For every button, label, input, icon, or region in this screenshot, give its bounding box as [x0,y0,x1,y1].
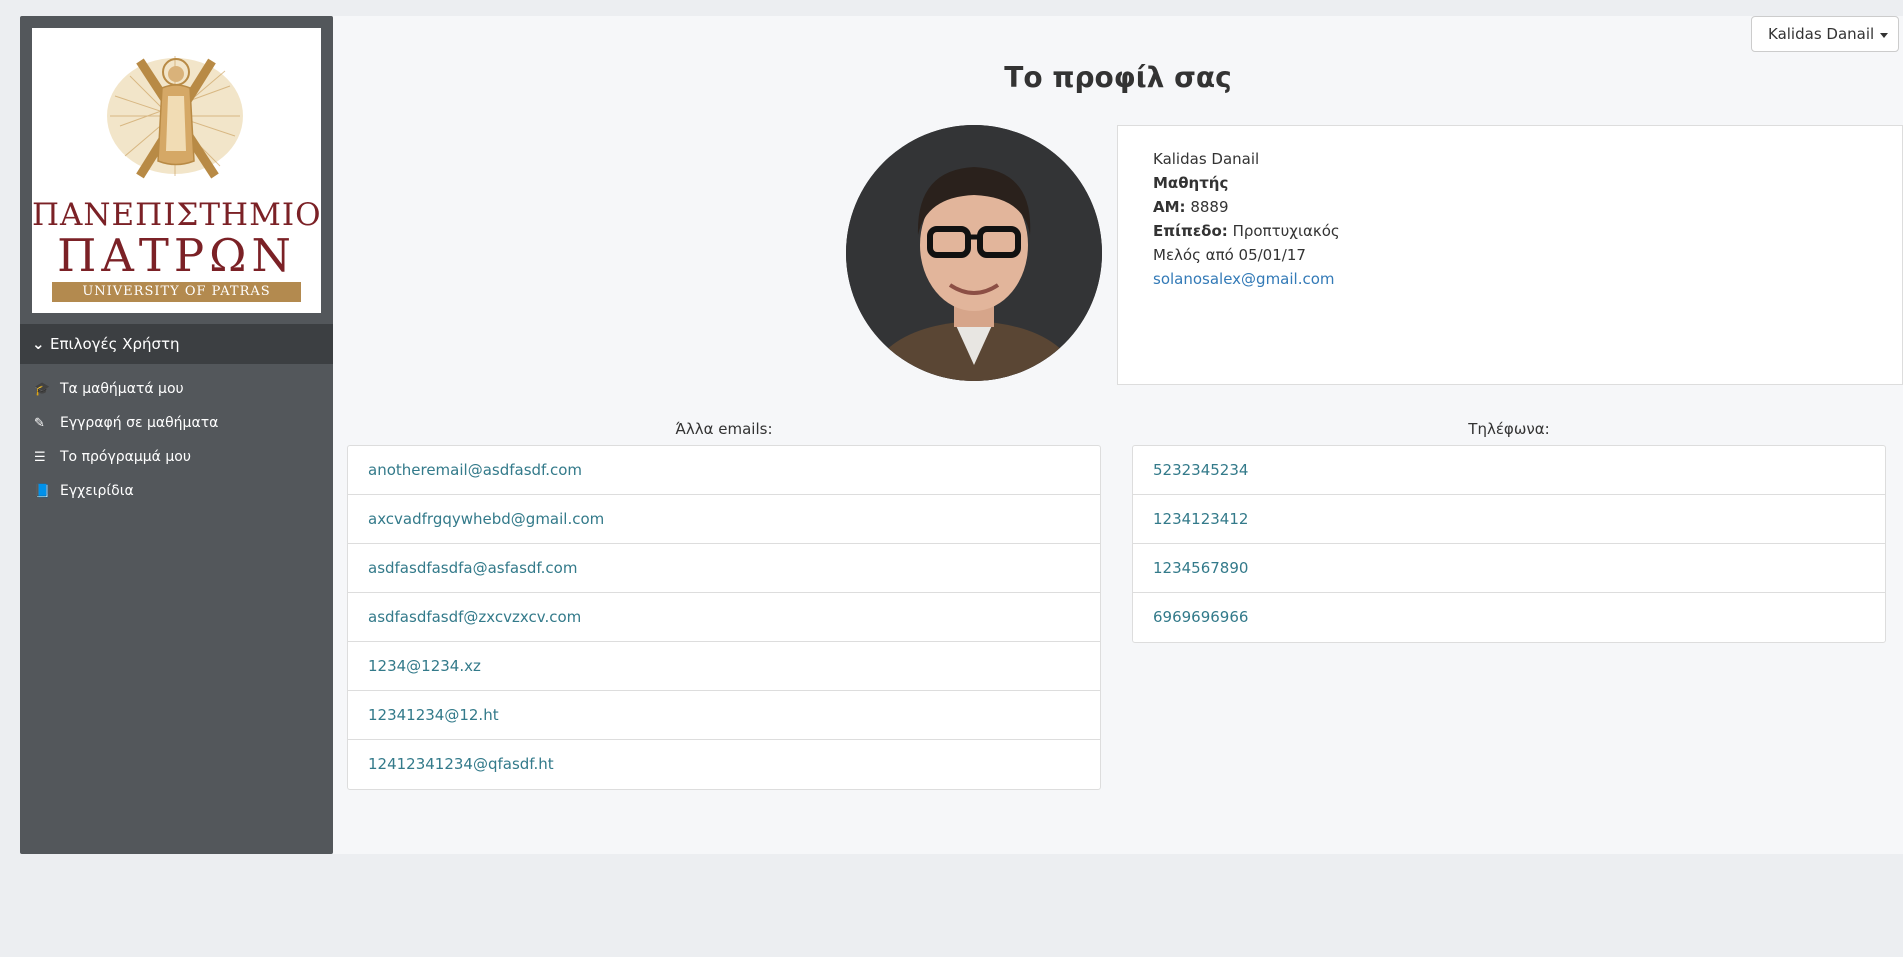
sidebar-item-label: Εγχειρίδια [60,483,134,499]
user-options-label: Επιλογές Χρήστη [50,335,180,353]
page-title: Το προφίλ σας [1004,61,1232,94]
avatar-portrait-icon [846,125,1102,381]
phone-list-item[interactable]: 1234567890 [1133,544,1885,593]
phone-list-item[interactable]: 5232345234 [1133,446,1885,495]
logo-text-greek-1: ΠΑΝΕΠΙΣΤΗΜΙΟ [32,197,322,233]
profile-am-value: 8889 [1190,198,1229,216]
university-logo[interactable]: ΠΑΝΕΠΙΣΤΗΜΙΟ ΠΑΤΡΩΝ UNIVERSITY OF PATRAS [32,28,321,313]
profile-email-link[interactable]: solanosalex@gmail.com [1153,267,1867,291]
logo-text-greek-2: ΠΑΤΡΩΝ [57,229,296,282]
sidebar-menu: 🎓 Τα μαθήματά μου ✎ Εγγραφή σε μαθήματα ☰ Τ… [20,372,333,508]
main-content: Kalidas Danail Το προφίλ σας Kalidas Dan… [333,16,1903,854]
pencil-icon: ✎ [34,416,45,431]
email-list-item[interactable]: asdfasdfasdf@zxcvzxcv.com [348,593,1100,642]
email-list-item[interactable]: 12412341234@qfasdf.ht [348,740,1100,789]
phones-list: 5232345234 1234123412 1234567890 6969696… [1132,445,1886,643]
emails-list: anotheremail@asdfasdf.com axcvadfrgqywhe… [347,445,1101,790]
caret-down-icon [1880,33,1888,38]
sidebar-item-my-courses[interactable]: 🎓 Τα μαθήματά μου [20,372,333,406]
profile-am-row: AM: 8889 [1153,195,1867,219]
saint-andrew-emblem-icon [107,56,243,179]
user-dropdown-button[interactable]: Kalidas Danail [1751,16,1899,52]
email-list-item[interactable]: axcvadfrgqywhebd@gmail.com [348,495,1100,544]
email-list-item[interactable]: asdfasdfasdfa@asfasdf.com [348,544,1100,593]
chevron-down-icon: ⌄ [32,335,45,353]
sidebar: ΠΑΝΕΠΙΣΤΗΜΙΟ ΠΑΤΡΩΝ UNIVERSITY OF PATRAS… [20,16,333,854]
book-icon: 📘 [34,484,51,499]
sidebar-item-label: Το πρόγραμμά μου [60,449,191,465]
list-icon: ☰ [34,450,46,465]
sidebar-item-label: Εγγραφή σε μαθήματα [60,415,219,431]
profile-role: Μαθητής [1153,174,1229,192]
phones-heading: Τηλέφωνα: [1468,420,1550,438]
graduation-cap-icon: 🎓 [34,382,51,397]
email-list-item[interactable]: anotheremail@asdfasdf.com [348,446,1100,495]
phone-list-item[interactable]: 1234123412 [1133,495,1885,544]
profile-level-value: Προπτυχιακός [1232,222,1340,240]
profile-name: Kalidas Danail [1153,150,1260,168]
sidebar-item-course-registration[interactable]: ✎ Εγγραφή σε μαθήματα [20,406,333,440]
logo-text-english: UNIVERSITY OF PATRAS [52,282,301,302]
sidebar-item-my-schedule[interactable]: ☰ Το πρόγραμμά μου [20,440,333,474]
user-options-toggle[interactable]: ⌄ Επιλογές Χρήστη [20,324,333,364]
profile-avatar [846,125,1102,381]
email-list-item[interactable]: 1234@1234.xz [348,642,1100,691]
sidebar-item-label: Τα μαθήματά μου [60,381,184,397]
phone-list-item[interactable]: 6969696966 [1133,593,1885,642]
profile-level-row: Επίπεδο: Προπτυχιακός [1153,219,1867,243]
email-list-item[interactable]: 12341234@12.ht [348,691,1100,740]
profile-am-label: AM: [1153,198,1186,216]
sidebar-item-manuals[interactable]: 📘 Εγχειρίδια [20,474,333,508]
profile-member-since: Μελός από 05/01/17 [1153,246,1306,264]
emails-heading: Άλλα emails: [675,420,773,438]
profile-info-card: Kalidas Danail Μαθητής AM: 8889 Επίπεδο:… [1117,125,1903,385]
user-dropdown-label: Kalidas Danail [1768,25,1875,43]
profile-level-label: Επίπεδο: [1153,222,1228,240]
